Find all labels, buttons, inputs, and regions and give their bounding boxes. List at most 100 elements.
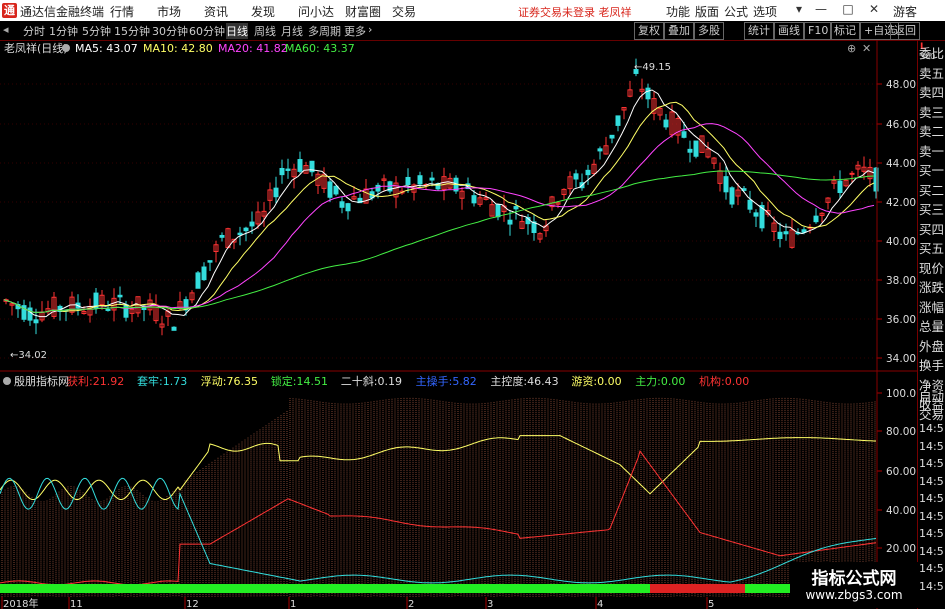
trade-time: 14:5 xyxy=(919,509,944,523)
candle-body xyxy=(405,176,411,186)
quote-item[interactable]: 买三 xyxy=(919,199,945,218)
func-item-formula[interactable]: 公式 xyxy=(724,3,753,20)
watermark: 指标公式网 www.zbgs3.com xyxy=(790,562,918,608)
candle-body xyxy=(219,234,225,238)
candle-body xyxy=(837,180,843,194)
quote-item[interactable]: 委比 xyxy=(919,43,945,62)
candle-body xyxy=(117,294,123,298)
overlay-button[interactable]: 叠加 xyxy=(664,22,694,40)
quote-item[interactable]: 自动 xyxy=(919,386,945,405)
candle-body xyxy=(201,266,207,281)
candle-body xyxy=(693,140,699,157)
menu-item-ask[interactable]: 问小达 xyxy=(298,3,345,20)
statistics-button[interactable]: 统计 xyxy=(744,22,774,40)
tab-multi-period[interactable]: 多周期 xyxy=(308,23,341,39)
tab-5min[interactable]: 5分钟 xyxy=(82,23,111,39)
trade-time: 14:5 xyxy=(919,457,944,470)
quote-panel: L 500 委比 卖五 卖四 卖三 卖二 卖一 买一 买二 买三 买四 买五 现价 涨跌 涨幅 总量 外盘 换手净… xyxy=(917,40,945,609)
adjust-button[interactable]: 复权 xyxy=(634,22,664,40)
maximize-icon[interactable]: □ xyxy=(838,2,858,16)
indicator-settings-icon[interactable] xyxy=(3,377,11,385)
close-icon[interactable]: ✕ xyxy=(864,2,884,16)
quote-item[interactable]: 卖三 xyxy=(919,102,945,121)
mark-button[interactable]: 标记 xyxy=(830,22,860,40)
quote-item[interactable]: 涨幅 xyxy=(919,297,945,316)
func-item-options[interactable]: 选项 xyxy=(753,3,782,20)
func-item-layout[interactable]: 版面 xyxy=(695,3,724,20)
minimize-icon[interactable]: — xyxy=(811,2,831,16)
quote-item[interactable]: 总量 xyxy=(919,316,945,335)
expand-icon[interactable]: ⊕ xyxy=(847,42,856,55)
candle-body xyxy=(171,326,177,331)
ma5-label: MA5: 43.07 xyxy=(75,42,138,55)
tab-daily[interactable]: 日线 xyxy=(226,23,248,39)
candle-body xyxy=(243,227,249,232)
candle-body xyxy=(573,173,579,180)
candle-body xyxy=(687,148,693,153)
quote-item[interactable]: 交易 xyxy=(919,404,945,423)
quote-item[interactable]: 买二 xyxy=(919,180,945,199)
float-line xyxy=(0,435,876,500)
menu-item-markets[interactable]: 市场 xyxy=(157,3,204,20)
login-notice: 证券交易未登录 老凤祥 xyxy=(518,6,632,19)
indicator-tick-label: 60.00 xyxy=(886,466,916,478)
quote-item[interactable]: 卖二 xyxy=(919,121,945,140)
moving-averages xyxy=(3,89,875,318)
menu-item-wealth[interactable]: 财富圈 xyxy=(345,3,392,20)
price-tick-label: 38.00 xyxy=(886,275,916,287)
date-tick-label: 1 xyxy=(290,599,296,609)
quote-item[interactable]: 换手 xyxy=(919,355,945,374)
candle-body xyxy=(849,172,855,175)
more-chevron-icon[interactable]: › xyxy=(368,23,372,36)
tab-60min[interactable]: 60分钟 xyxy=(189,23,225,39)
func-item-function[interactable]: 功能 xyxy=(666,3,695,20)
quote-item[interactable]: 买一 xyxy=(919,160,945,179)
menu-item-market[interactable]: 行情 xyxy=(110,3,157,20)
quote-item[interactable]: 现价 xyxy=(919,258,945,277)
f10-button[interactable]: F10 xyxy=(804,22,833,40)
candle-body xyxy=(327,181,333,198)
indicator-value: 锁定:14.51 xyxy=(271,374,328,388)
date-tick-label: 3 xyxy=(487,599,493,609)
draw-line-button[interactable]: 画线 xyxy=(774,22,804,40)
candle-body xyxy=(645,87,651,100)
quote-item[interactable]: 外盘 xyxy=(919,336,945,355)
date-tick-label: 2 xyxy=(408,599,414,609)
kline-chart[interactable]: 48.00 46.00 44.00 42.00 40.00 38.00 36.00 34.00… xyxy=(0,40,917,609)
menu-item-trade[interactable]: 交易 xyxy=(392,3,439,20)
quote-item[interactable]: 卖四 xyxy=(919,82,945,101)
tab-monthly[interactable]: 月线 xyxy=(281,23,303,39)
indicator-axis: 100.0 80.00 60.00 40.00 20.00 xyxy=(877,388,916,555)
tab-intraday[interactable]: 分时 xyxy=(23,23,45,39)
tab-30min[interactable]: 30分钟 xyxy=(152,23,188,39)
quote-item[interactable]: 买五 xyxy=(919,238,945,257)
ma10-label: MA10: 42.80 xyxy=(143,42,213,55)
menu-item-news[interactable]: 资讯 xyxy=(204,3,251,20)
indicator-tick-label: 40.00 xyxy=(886,505,916,517)
tab-15min[interactable]: 15分钟 xyxy=(114,23,150,39)
price-tick-label: 36.00 xyxy=(886,314,916,326)
collapse-arrow-icon[interactable]: ◂ xyxy=(3,23,9,36)
trade-time: 14:5 xyxy=(919,422,944,435)
quote-item[interactable]: 涨跌 xyxy=(919,277,945,296)
guest-label[interactable]: 游客 xyxy=(893,3,917,20)
settings-dot-icon[interactable] xyxy=(62,44,70,52)
dropdown-arrow-icon[interactable]: ▾ xyxy=(789,2,809,16)
ma5-line xyxy=(3,89,875,318)
tab-1min[interactable]: 1分钟 xyxy=(49,23,78,39)
candle-body xyxy=(27,307,33,321)
multi-stock-button[interactable]: 多股 xyxy=(694,22,724,40)
indicator-tick-label: 80.00 xyxy=(886,426,916,438)
close-pane-icon[interactable]: ✕ xyxy=(862,42,871,55)
tab-weekly[interactable]: 周线 xyxy=(254,23,276,39)
tab-more[interactable]: 更多 xyxy=(344,23,366,39)
quote-item[interactable]: 卖一 xyxy=(919,141,945,160)
quote-item[interactable]: 卖五 xyxy=(919,63,945,82)
indicator-tick-label: 100.0 xyxy=(886,388,916,400)
indicator-value: 浮动:76.35 xyxy=(201,375,258,388)
menu-item-discover[interactable]: 发现 xyxy=(251,3,298,20)
back-button[interactable]: 返回 xyxy=(890,22,920,40)
quote-item[interactable]: 买四 xyxy=(919,219,945,238)
candle-body xyxy=(237,232,243,236)
candle-body xyxy=(597,148,603,152)
